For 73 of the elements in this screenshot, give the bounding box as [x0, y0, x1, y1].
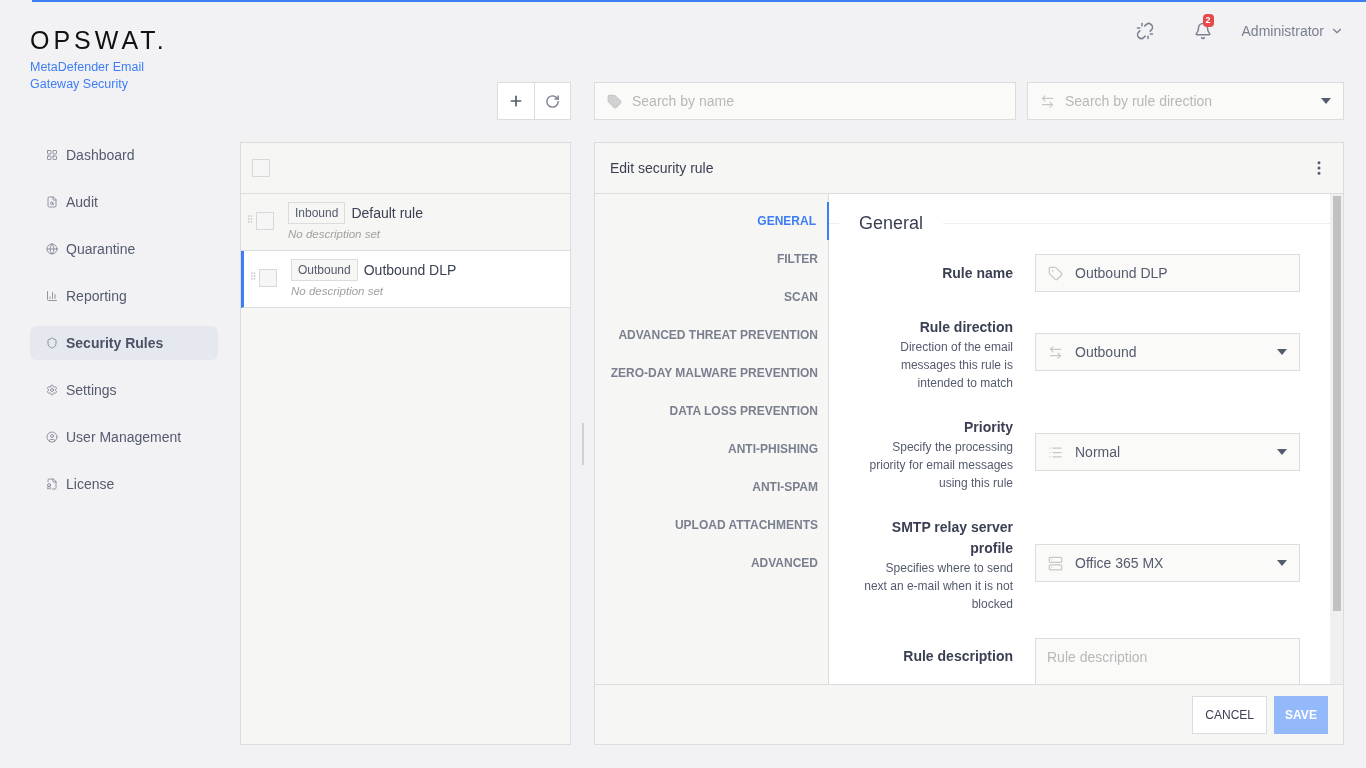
rule-description: No description set: [288, 227, 382, 242]
field-help: Specify the processing priority for email messages using this rule: [868, 439, 1013, 492]
document-search-icon: [46, 196, 58, 208]
section-tab[interactable]: ZERO-DAY MALWARE PREVENTION: [595, 354, 829, 392]
checkbox[interactable]: [259, 269, 277, 287]
section-tab[interactable]: DATA LOSS PREVENTION: [595, 392, 829, 430]
section-tab[interactable]: SCAN: [595, 278, 829, 316]
editor-title: Edit security rule: [610, 158, 714, 178]
nav-item[interactable]: License: [30, 467, 218, 501]
server-icon: [1048, 555, 1063, 571]
select-field[interactable]: Office 365 MX: [1035, 544, 1300, 582]
nav-item[interactable]: Settings: [30, 373, 218, 407]
scrollbar[interactable]: [1330, 194, 1343, 684]
input-field[interactable]: Outbound DLP: [1035, 254, 1300, 292]
cancel-button[interactable]: CANCEL: [1192, 695, 1267, 734]
select-field[interactable]: Outbound: [1035, 333, 1300, 371]
logo: OPSWAT.: [30, 28, 169, 53]
list-icon: [1048, 444, 1063, 460]
section-tab[interactable]: ADVANCED: [595, 544, 829, 582]
field-label: Rule name: [941, 264, 1013, 283]
description-field[interactable]: Rule description: [1035, 638, 1300, 684]
rule-row[interactable]: Outbound Outbound DLP No description set: [241, 251, 570, 308]
checkbox[interactable]: [252, 159, 270, 177]
direction-tag: Outbound: [291, 259, 358, 281]
rule-name: Outbound DLP: [363, 260, 457, 280]
nav-item[interactable]: Security Rules: [30, 326, 218, 360]
direction-tag: Inbound: [288, 202, 346, 224]
caret-icon: [1321, 98, 1331, 104]
caret-icon: [1277, 560, 1287, 566]
drag-handle-icon[interactable]: [248, 271, 258, 281]
section-tab[interactable]: ANTI-PHISHING: [595, 430, 829, 468]
field-label: Priority: [963, 418, 1013, 437]
caret-icon: [1277, 349, 1287, 355]
tag-icon: [607, 93, 622, 109]
tag-icon: [1048, 265, 1063, 281]
field-label: SMTP relay server profile: [890, 518, 1013, 558]
section-tab[interactable]: FILTER: [595, 240, 829, 278]
section-heading: General: [858, 212, 925, 235]
arrows-icon: [1048, 344, 1063, 360]
field-help: Direction of the email messages this rule is intended to match: [899, 339, 1013, 392]
nav-item[interactable]: Reporting: [30, 279, 218, 313]
shield-icon: [46, 337, 58, 349]
select-field[interactable]: Normal: [1035, 433, 1300, 471]
rule-description: No description set: [291, 284, 385, 299]
drag-handle-icon[interactable]: [245, 214, 255, 224]
field-label: Rule description: [902, 647, 1013, 666]
resize-handle[interactable]: [581, 422, 584, 465]
nav-item[interactable]: User Management: [30, 420, 218, 454]
unlink-icon[interactable]: [1135, 22, 1154, 40]
caret-icon: [1277, 449, 1287, 455]
field-label: Rule direction: [918, 318, 1013, 337]
rule-name: Default rule: [351, 203, 423, 223]
checkbox[interactable]: [256, 212, 274, 230]
settings-icon: [46, 384, 58, 396]
nav-item[interactable]: Audit: [30, 185, 218, 219]
arrows-icon: [1040, 93, 1055, 109]
bell-icon[interactable]: [1193, 22, 1212, 40]
field-help: Specifies where to send next an e-mail when it is not blocked: [863, 560, 1013, 613]
plus-icon: [508, 93, 524, 109]
user-icon: [46, 431, 58, 443]
document-badge-icon: [46, 478, 58, 490]
section-tab[interactable]: ADVANCED THREAT PREVENTION: [595, 316, 829, 354]
product-name: MetaDefender Email Gateway Security: [30, 59, 145, 93]
section-tab[interactable]: ANTI-SPAM: [595, 468, 829, 506]
grid-icon: [46, 149, 58, 161]
user-menu[interactable]: Administrator: [1241, 20, 1344, 42]
refresh-icon: [545, 93, 560, 109]
bar-chart-icon: [46, 290, 58, 302]
nav-item[interactable]: Quarantine: [30, 232, 218, 266]
nav-item[interactable]: Dashboard: [30, 138, 218, 172]
section-tab[interactable]: UPLOAD ATTACHMENTS: [595, 506, 829, 544]
notification-badge: 2: [1202, 14, 1214, 27]
globe-icon: [46, 243, 58, 255]
